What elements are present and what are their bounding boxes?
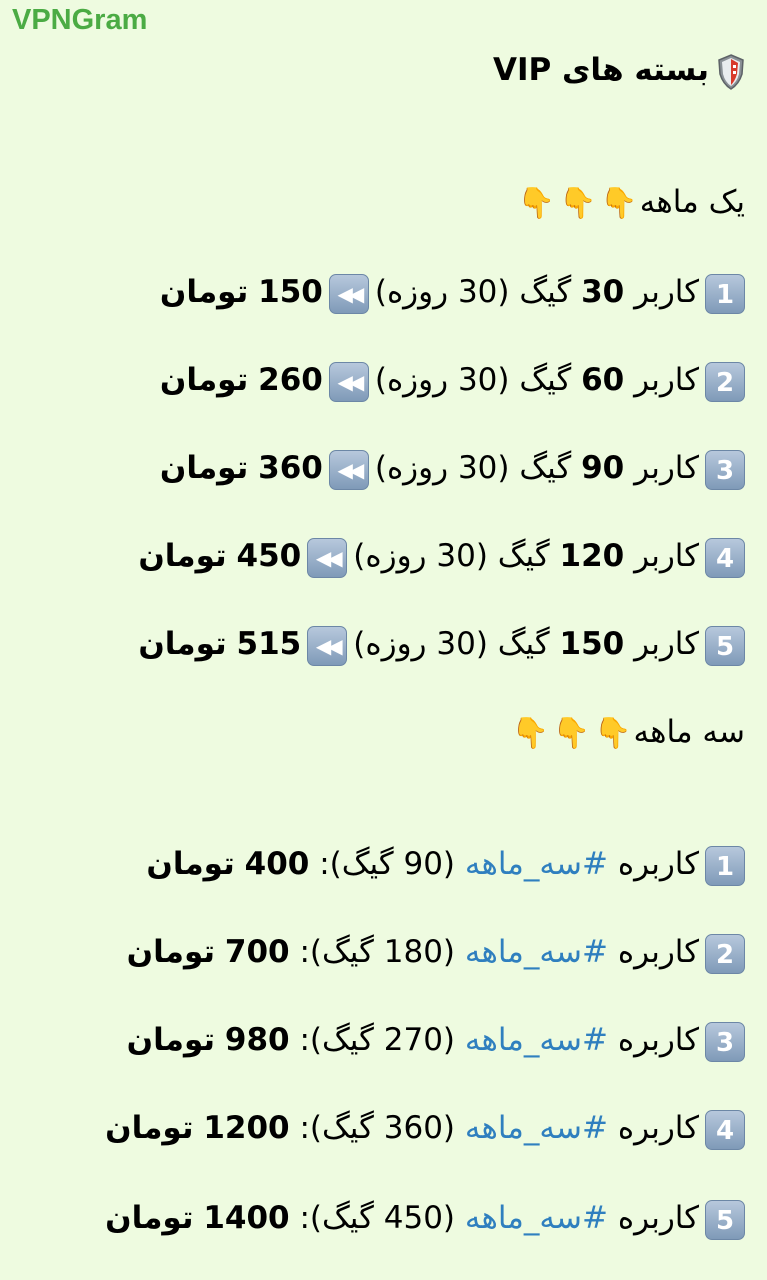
duration: (30 روزه) — [374, 362, 510, 398]
section-heading-three-month: سه ماهه👇👇👇 — [509, 710, 745, 756]
gb-unit: گیگ — [519, 362, 572, 398]
currency: تومان — [105, 1200, 194, 1236]
list-item: 5کاربر 150 گیگ (30 روزه)◀◀515 تومان — [138, 622, 745, 666]
price: 1200 — [203, 1110, 290, 1146]
gb-amount: 150 — [559, 626, 625, 662]
pointing-down-hand-icon: 👇 — [517, 185, 556, 221]
user-label: کاربر — [634, 626, 699, 662]
pointing-down-hand-icon: 👇 — [511, 715, 549, 751]
pointing-down-hand-icon: 👇 — [552, 715, 591, 751]
hashtag-link[interactable]: #سه_ماهه — [465, 1110, 608, 1146]
keycap-number-icon: 1 — [705, 845, 745, 886]
gb-amount: (360 گیگ): — [299, 1110, 456, 1146]
user-label: کاربره — [617, 846, 699, 882]
price: 360 — [258, 450, 323, 486]
hashtag-link[interactable]: #سه_ماهه — [465, 934, 608, 970]
keycap-number-icon: 2 — [705, 361, 745, 402]
pointing-down-hand-icon: 👇 — [559, 185, 597, 221]
hashtag-link[interactable]: #سه_ماهه — [465, 1022, 608, 1058]
section-heading-one-month: یک ماهه👇👇👇 — [516, 180, 745, 226]
duration: (30 روزه) — [353, 538, 488, 574]
gb-unit: گیگ — [497, 538, 550, 574]
keycap-number-icon: 2 — [705, 933, 745, 974]
hashtag-link[interactable]: #سه_ماهه — [465, 1200, 608, 1236]
gb-amount: 120 — [559, 538, 625, 574]
gb-amount: (90 گیگ): — [319, 846, 456, 882]
user-label: کاربر — [634, 274, 699, 310]
price: 150 — [258, 274, 323, 310]
gb-amount: 60 — [581, 362, 625, 398]
rewind-icon: ◀◀ — [328, 361, 369, 402]
gb-unit: گیگ — [519, 450, 572, 486]
list-item: 2کاربر 60 گیگ (30 روزه)◀◀260 تومان — [160, 358, 745, 402]
currency: تومان — [159, 450, 249, 486]
keycap-number-icon: 4 — [705, 1109, 745, 1150]
price: 980 — [224, 1022, 290, 1058]
keycap-number-icon: 4 — [705, 537, 745, 578]
gb-amount: (450 گیگ): — [299, 1200, 456, 1236]
keycap-number-icon: 5 — [705, 1199, 745, 1240]
currency: تومان — [138, 626, 227, 662]
gb-amount: 90 — [581, 450, 625, 486]
sender-name[interactable]: VPNGram — [12, 4, 147, 37]
keycap-number-icon: 3 — [705, 1021, 745, 1062]
gb-unit: گیگ — [519, 274, 572, 310]
currency: تومان — [159, 274, 249, 310]
keycap-number-icon: 1 — [705, 273, 745, 314]
price: 515 — [236, 626, 302, 662]
section1-heading-text: یک ماهه — [639, 184, 745, 220]
user-label: کاربر — [634, 362, 699, 398]
price: 400 — [244, 846, 310, 882]
user-label: کاربر — [634, 538, 699, 574]
currency: تومان — [159, 362, 249, 398]
gb-unit: گیگ — [497, 626, 550, 662]
keycap-number-icon: 5 — [705, 625, 745, 666]
currency: تومان — [146, 846, 235, 882]
duration: (30 روزه) — [374, 274, 510, 310]
price: 450 — [236, 538, 302, 574]
price: 1400 — [203, 1200, 290, 1236]
list-item: 4کاربر 120 گیگ (30 روزه)◀◀450 تومان — [138, 534, 745, 578]
pointing-down-hand-icon: 👇 — [594, 715, 632, 751]
gb-amount: (270 گیگ): — [299, 1022, 456, 1058]
title-text: بسته های VIP — [492, 52, 709, 88]
rewind-icon: ◀◀ — [307, 625, 348, 666]
list-item: 3کاربره #سه_ماهه (270 گیگ): 980 تومان — [127, 1018, 745, 1062]
user-label: کاربر — [634, 450, 699, 486]
list-item: 1کاربره #سه_ماهه (90 گیگ): 400 تومان — [146, 842, 745, 886]
price: 700 — [224, 934, 290, 970]
duration: (30 روزه) — [353, 626, 488, 662]
rewind-icon: ◀◀ — [328, 449, 369, 490]
gb-amount: 30 — [581, 274, 625, 310]
user-label: کاربره — [617, 934, 699, 970]
price: 260 — [258, 362, 323, 398]
currency: تومان — [126, 934, 216, 970]
currency: تومان — [126, 1022, 216, 1058]
user-label: کاربره — [617, 1200, 699, 1236]
rewind-icon: ◀◀ — [328, 273, 369, 314]
list-item: 5کاربره #سه_ماهه (450 گیگ): 1400 تومان — [105, 1196, 745, 1240]
rewind-icon: ◀◀ — [307, 537, 348, 578]
keycap-number-icon: 3 — [705, 449, 745, 490]
currency: تومان — [138, 538, 227, 574]
list-item: 3کاربر 90 گیگ (30 روزه)◀◀360 تومان — [160, 446, 745, 490]
list-item: 4کاربره #سه_ماهه (360 گیگ): 1200 تومان — [105, 1106, 745, 1150]
shield-icon — [718, 53, 744, 90]
gb-amount: (180 گیگ): — [299, 934, 456, 970]
list-item: 1کاربر 30 گیگ (30 روزه)◀◀150 تومان — [160, 270, 745, 314]
message-title: بسته های VIP — [493, 48, 745, 92]
pointing-down-hand-icon: 👇 — [600, 185, 638, 221]
list-item: 2کاربره #سه_ماهه (180 گیگ): 700 تومان — [127, 930, 745, 974]
duration: (30 روزه) — [374, 450, 510, 486]
hashtag-link[interactable]: #سه_ماهه — [465, 846, 608, 882]
user-label: کاربره — [617, 1022, 699, 1058]
user-label: کاربره — [617, 1110, 699, 1146]
section2-heading-text: سه ماهه — [633, 714, 745, 750]
currency: تومان — [105, 1110, 194, 1146]
